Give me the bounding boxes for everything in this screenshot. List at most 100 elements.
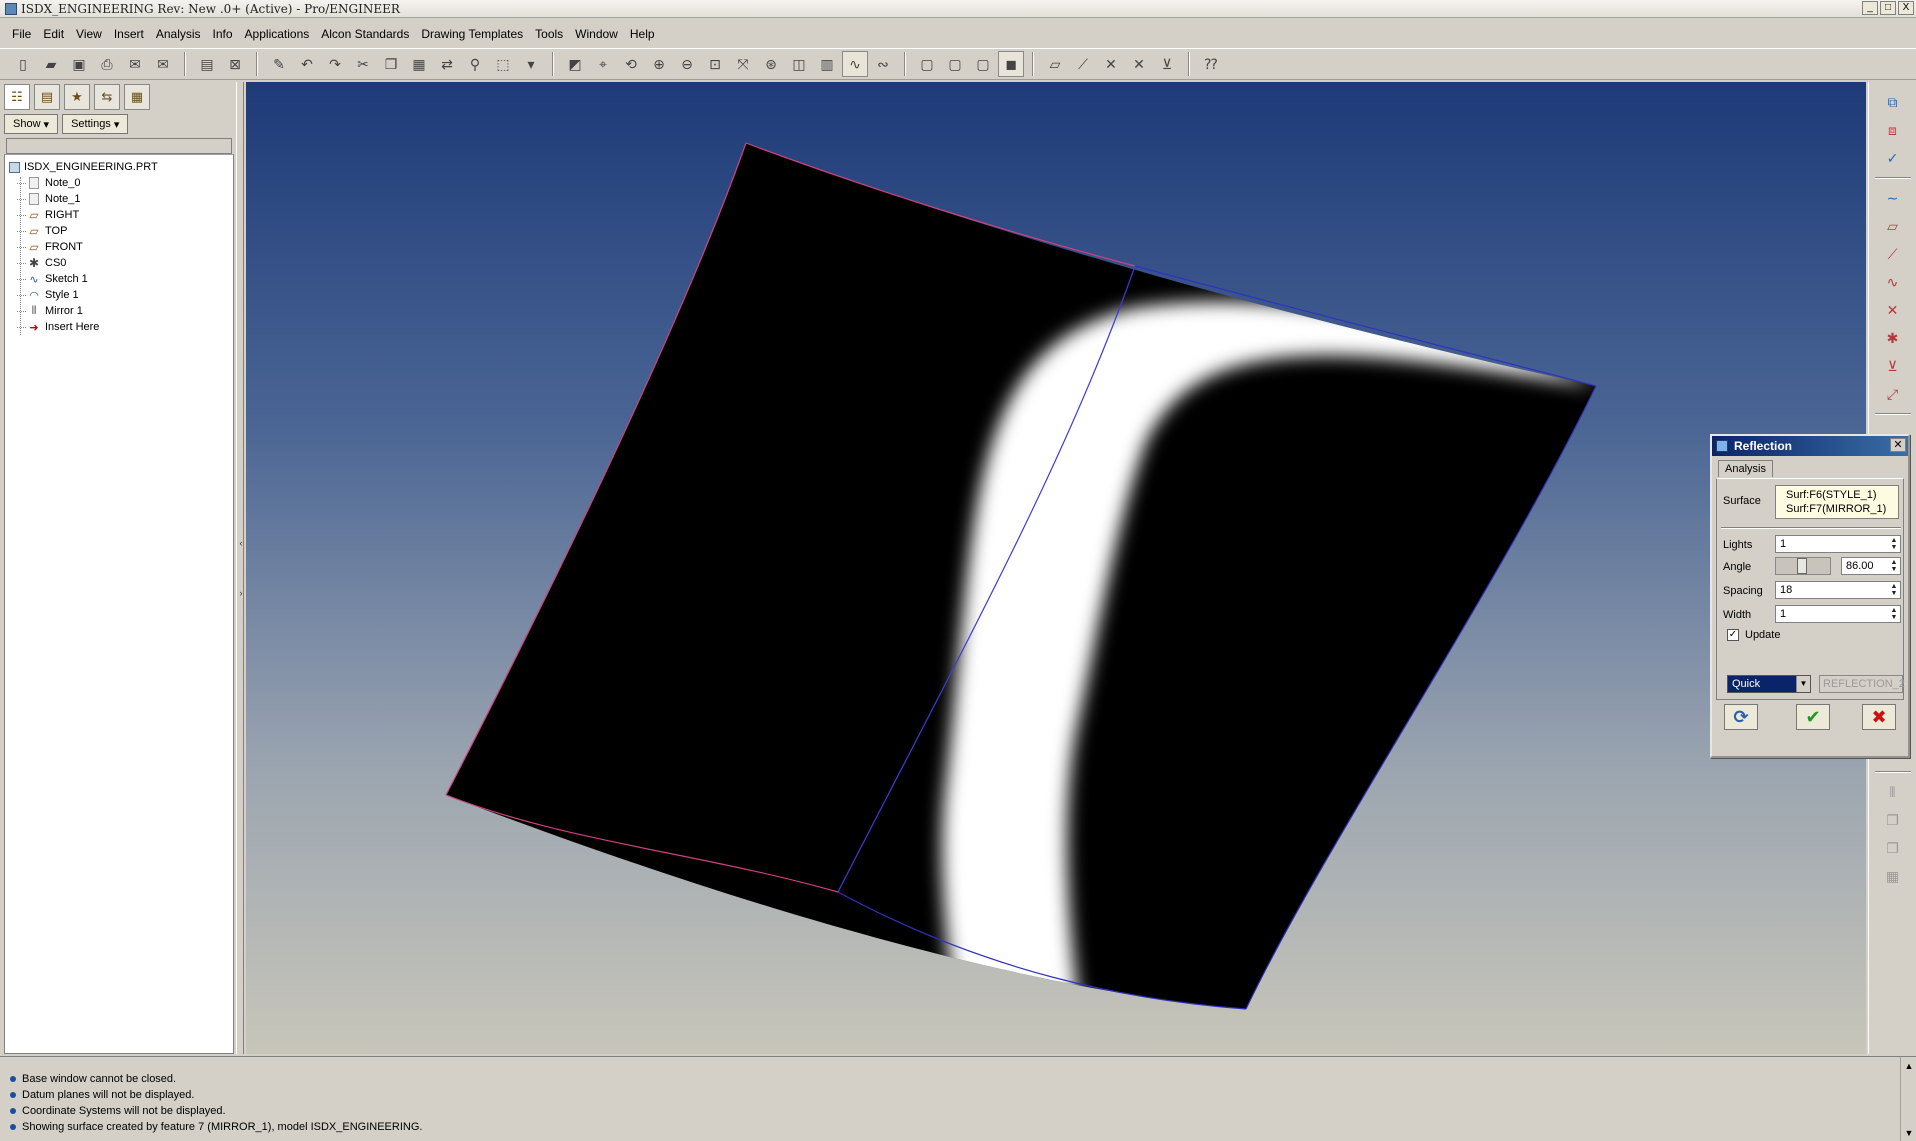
annotation-display-icon[interactable]: ⊻ — [1154, 51, 1180, 77]
layers-tab-icon[interactable]: ▦ — [124, 84, 150, 110]
context-help-icon[interactable]: ⁇ — [1198, 51, 1224, 77]
find-icon[interactable]: ⚲ — [462, 51, 488, 77]
datum-plane-display-icon[interactable]: ⏥ — [1042, 51, 1068, 77]
datum-axis-display-icon[interactable]: ⟋ — [1070, 51, 1096, 77]
dialog-title-bar[interactable]: Reflection — [1712, 436, 1908, 456]
spacing-field[interactable]: 18 ▲ ▼ — [1775, 581, 1901, 599]
surface-item-mirror[interactable]: Surf:F7(MIRROR_1) — [1786, 502, 1888, 516]
spin-arrows-icon[interactable]: ▲ ▼ — [1889, 607, 1899, 621]
mirror-tool-icon[interactable]: ⫴ — [1880, 780, 1906, 804]
cancel-button[interactable]: ✖ — [1862, 704, 1896, 730]
graphics-viewport[interactable] — [246, 82, 1866, 1054]
grid-icon[interactable]: ▦ — [1880, 864, 1906, 888]
datum-point-display-icon[interactable]: ✕ — [1098, 51, 1124, 77]
menu-view[interactable]: View — [70, 27, 108, 41]
window-activate-icon[interactable]: ▤ — [194, 51, 220, 77]
update-checkbox[interactable]: ✓ — [1727, 629, 1739, 641]
tree-item-front[interactable]: ▱ FRONT — [5, 239, 233, 255]
spin-center-icon[interactable]: ⌖ — [590, 51, 616, 77]
surface-item-style[interactable]: Surf:F6(STYLE_1) — [1786, 488, 1888, 502]
no-hidden-icon[interactable]: ▢ — [970, 51, 996, 77]
paste-icon[interactable]: ▦ — [406, 51, 432, 77]
scroll-up-icon[interactable]: ▲ — [1901, 1061, 1916, 1071]
select-box-icon[interactable]: ⬚ — [490, 51, 516, 77]
folder-browser-tab-icon[interactable]: ▤ — [34, 84, 60, 110]
save-icon[interactable]: ▣ — [66, 51, 92, 77]
width-field[interactable]: 1 ▲ ▼ — [1775, 605, 1901, 623]
style-curve-icon[interactable]: ∿ — [842, 51, 868, 77]
menu-file[interactable]: File — [6, 27, 37, 41]
tree-item-top[interactable]: ▱ TOP — [5, 223, 233, 239]
settings-menu-button[interactable]: Settings ▾ — [62, 114, 129, 134]
open-file-icon[interactable]: ▰ — [38, 51, 64, 77]
show-menu-button[interactable]: Show ▾ — [4, 114, 59, 134]
close-window-button[interactable]: X — [1898, 1, 1914, 15]
menu-applications[interactable]: Applications — [239, 27, 316, 41]
tree-item-insert-here[interactable]: ➜ Insert Here — [5, 319, 233, 335]
expand-right-icon[interactable]: › — [237, 588, 245, 598]
menu-edit[interactable]: Edit — [37, 27, 70, 41]
saved-views-icon[interactable]: ⊛ — [758, 51, 784, 77]
curve-icon[interactable]: ∼ — [1880, 186, 1906, 210]
shading-icon[interactable]: ◼ — [998, 51, 1024, 77]
undo-icon[interactable]: ↶ — [294, 51, 320, 77]
menu-analysis[interactable]: Analysis — [150, 27, 207, 41]
email-icon[interactable]: ✉ — [122, 51, 148, 77]
csys-icon[interactable]: ✱ — [1880, 326, 1906, 350]
tree-filter-bar[interactable] — [6, 138, 232, 154]
menu-help[interactable]: Help — [624, 27, 661, 41]
maximize-button[interactable]: □ — [1880, 1, 1896, 15]
lights-field[interactable]: 1 ▲ ▼ — [1775, 535, 1901, 553]
orient-icon[interactable]: ⟲ — [618, 51, 644, 77]
close-window-icon[interactable]: ⊠ — [222, 51, 248, 77]
menu-tools[interactable]: Tools — [529, 27, 569, 41]
tab-analysis[interactable]: Analysis — [1718, 460, 1773, 477]
tree-item-right[interactable]: ▱ RIGHT — [5, 207, 233, 223]
edit-icon[interactable]: ✎ — [266, 51, 292, 77]
tree-item-cs0[interactable]: ✱ CS0 — [5, 255, 233, 271]
hidden-line-icon[interactable]: ▢ — [942, 51, 968, 77]
zoom-in-icon[interactable]: ⊕ — [646, 51, 672, 77]
dropdown-icon[interactable]: ▾ — [518, 51, 544, 77]
refit-icon[interactable]: ⊡ — [702, 51, 728, 77]
favorites-tab-icon[interactable]: ★ — [64, 84, 90, 110]
new-file-icon[interactable]: ▯ — [10, 51, 36, 77]
angle-field[interactable]: 86.00 ▲ ▼ — [1841, 557, 1901, 575]
spin-arrows-icon[interactable]: ▲ ▼ — [1889, 559, 1899, 573]
menu-insert[interactable]: Insert — [108, 27, 150, 41]
view-manager-icon[interactable]: ▥ — [814, 51, 840, 77]
wireframe-icon[interactable]: ▢ — [914, 51, 940, 77]
cut-icon[interactable]: ✂ — [350, 51, 376, 77]
angle-slider-knob[interactable] — [1797, 558, 1807, 574]
spin-arrows-icon[interactable]: ▲ ▼ — [1889, 583, 1899, 597]
analysis-check-icon[interactable]: ✓ — [1880, 146, 1906, 170]
csys-display-icon[interactable]: ✕ — [1126, 51, 1152, 77]
repaint-icon[interactable]: ◩ — [562, 51, 588, 77]
analysis-feature-icon[interactable]: ⊻ — [1880, 354, 1906, 378]
sketch-curve-icon[interactable]: ∿ — [1880, 270, 1906, 294]
print-icon[interactable]: ⎙ — [94, 51, 120, 77]
analysis-name-field[interactable]: REFLECTION_2 — [1819, 675, 1905, 693]
send-icon[interactable]: ✉ — [150, 51, 176, 77]
plane-icon[interactable]: ▱ — [1880, 214, 1906, 238]
regenerate-icon[interactable]: ⇄ — [434, 51, 460, 77]
tree-root-part[interactable]: ISDX_ENGINEERING.PRT — [5, 159, 233, 175]
tree-item-sketch-1[interactable]: ∿ Sketch 1 — [5, 271, 233, 287]
minimize-button[interactable]: _ — [1862, 1, 1878, 15]
tree-item-note-0[interactable]: Note_0 — [5, 175, 233, 191]
message-scrollbar[interactable]: ▲ ▼ — [1900, 1057, 1916, 1141]
repeat-analysis-button[interactable]: ⟳ — [1724, 704, 1758, 730]
model-tree-tab-icon[interactable]: ☷ — [4, 84, 30, 110]
connections-tab-icon[interactable]: ⇆ — [94, 84, 120, 110]
panel-splitter[interactable]: ‹ › — [236, 82, 244, 1054]
dialog-close-button[interactable]: ✕ — [1890, 438, 1906, 452]
copy-icon[interactable]: ❐ — [378, 51, 404, 77]
redo-icon[interactable]: ↷ — [322, 51, 348, 77]
mode-select[interactable]: Quick ▼ — [1727, 675, 1811, 693]
pattern-tool-icon[interactable]: ❐ — [1880, 836, 1906, 860]
layers-icon[interactable]: ◫ — [786, 51, 812, 77]
menu-info[interactable]: Info — [207, 27, 239, 41]
ok-button[interactable]: ✔ — [1796, 704, 1830, 730]
menu-drawing-templates[interactable]: Drawing Templates — [415, 27, 529, 41]
tree-item-note-1[interactable]: Note_1 — [5, 191, 233, 207]
